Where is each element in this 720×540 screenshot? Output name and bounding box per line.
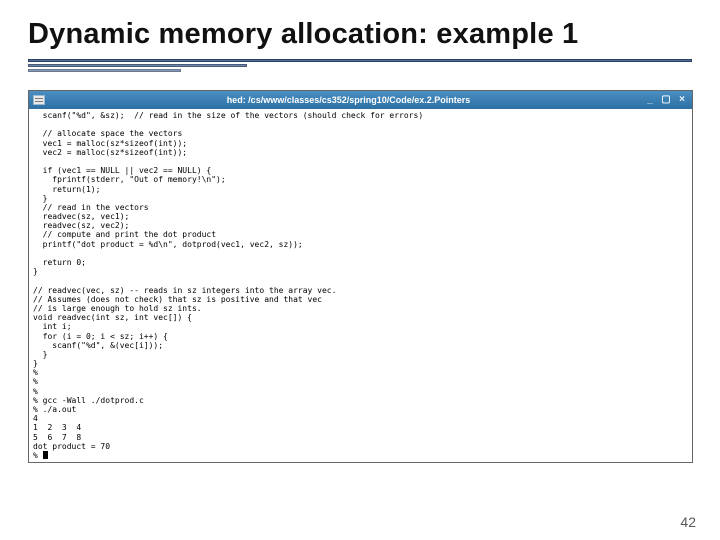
minimize-icon: _ xyxy=(644,94,656,106)
window-titlebar: hed: /cs/www/classes/cs352/spring10/Code… xyxy=(29,91,692,109)
page-number: 42 xyxy=(680,514,696,530)
close-icon: × xyxy=(676,94,688,106)
code-listing: scanf("%d", &sz); // read in the size of… xyxy=(33,111,688,460)
code-text: scanf("%d", &sz); // read in the size of… xyxy=(33,111,423,460)
terminal-body: scanf("%d", &sz); // read in the size of… xyxy=(29,109,692,462)
window-menu-icon xyxy=(33,95,45,105)
window-title: hed: /cs/www/classes/cs352/spring10/Code… xyxy=(53,96,644,105)
cursor-icon xyxy=(43,451,48,459)
terminal-screenshot: hed: /cs/www/classes/cs352/spring10/Code… xyxy=(28,90,693,463)
slide-title: Dynamic memory allocation: example 1 xyxy=(28,18,692,51)
title-underline xyxy=(28,59,692,72)
maximize-icon: ▢ xyxy=(660,94,672,106)
